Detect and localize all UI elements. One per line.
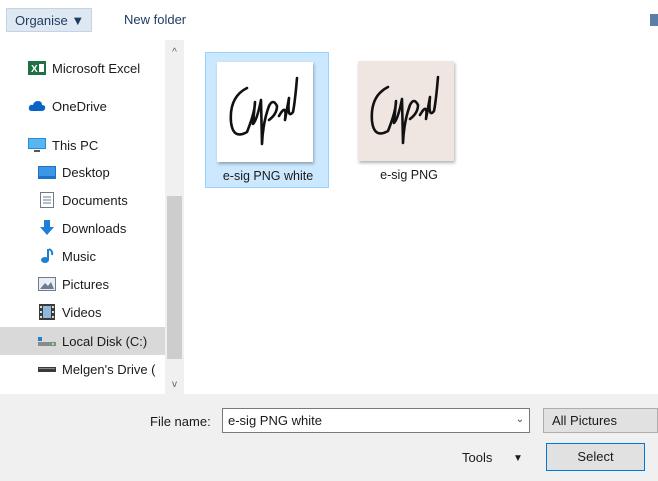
organise-button[interactable]: Organise ▼: [6, 8, 92, 32]
signature-image: [370, 75, 440, 145]
pictures-icon: [38, 276, 56, 292]
toolbar: Organise ▼ New folder: [0, 0, 658, 40]
file-item-e-sig-png-white[interactable]: e-sig PNG white: [205, 52, 329, 188]
drive-icon: [38, 361, 56, 377]
sidebar-item-label: This PC: [52, 137, 99, 153]
excel-icon: X: [28, 60, 46, 76]
desktop-icon: [38, 164, 56, 180]
sidebar-item-label: Pictures: [62, 276, 109, 292]
monitor-icon: [28, 137, 46, 153]
tools-caret-icon[interactable]: ▼: [513, 453, 523, 464]
downloads-icon: [38, 220, 56, 236]
file-name-label: e-sig PNG: [380, 168, 438, 182]
sidebar-item-label: OneDrive: [52, 98, 107, 114]
onedrive-icon: [28, 98, 46, 114]
file-thumbnail: [358, 61, 454, 161]
sidebar-item-label: Desktop: [62, 164, 110, 180]
sidebar-item-label: Local Disk (C:): [62, 333, 148, 349]
signature-image: [229, 76, 299, 146]
view-options-icon[interactable]: [650, 14, 658, 26]
sidebar-item-label: Microsoft Excel: [52, 60, 141, 76]
sidebar-item-label: Videos: [62, 304, 102, 320]
file-name-label: e-sig PNG white: [222, 169, 314, 183]
svg-text:X: X: [31, 64, 38, 75]
file-list: e-sig PNG white e-sig PNG: [184, 40, 658, 394]
navigation-pane: X Microsoft Excel OneDrive This PC Deskt…: [0, 40, 203, 394]
file-thumbnail: [217, 62, 313, 162]
sidebar-item-label: Documents: [62, 192, 128, 208]
select-button[interactable]: Select: [546, 443, 645, 471]
file-name-label-text: File name:: [150, 414, 211, 429]
disk-icon: [38, 333, 56, 349]
music-icon: [38, 248, 56, 264]
file-name-input[interactable]: e-sig PNG white: [222, 408, 530, 433]
sidebar-item-label: Downloads: [62, 220, 127, 236]
sidebar-item-label: Melgen's Drive (: [62, 361, 156, 377]
chevron-down-icon[interactable]: ⌄: [513, 414, 527, 425]
file-item-e-sig-png[interactable]: e-sig PNG: [347, 52, 471, 188]
file-type-select[interactable]: All Pictures: [543, 408, 658, 433]
tools-button[interactable]: Tools: [462, 450, 492, 465]
videos-icon: [38, 304, 56, 320]
new-folder-button[interactable]: New folder: [118, 8, 192, 32]
scroll-up-arrow-icon[interactable]: ^: [165, 46, 184, 60]
documents-icon: [38, 192, 56, 208]
scrollbar-thumb[interactable]: [167, 196, 182, 359]
sidebar-item-label: Music: [62, 248, 96, 264]
scroll-down-arrow-icon[interactable]: v: [165, 378, 184, 392]
